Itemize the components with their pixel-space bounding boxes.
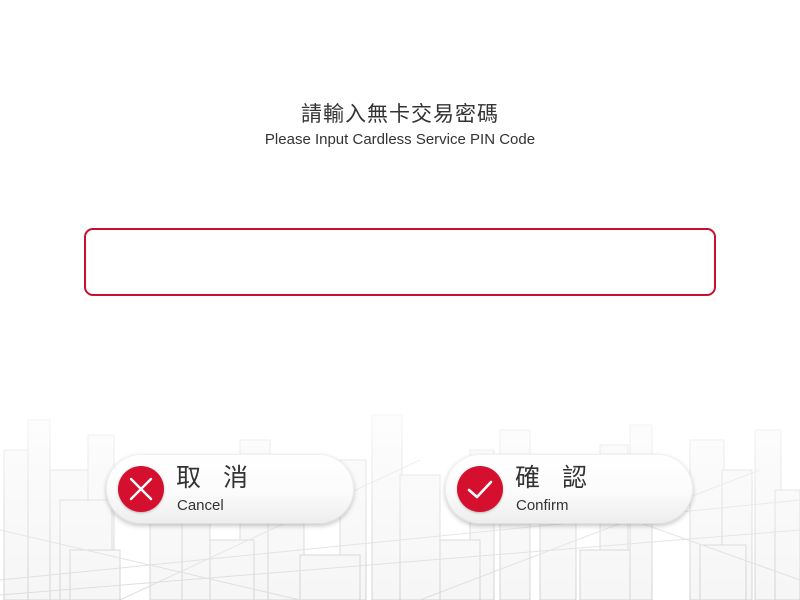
checkmark-icon [457,466,503,512]
cancel-label-en: Cancel [177,497,224,514]
confirm-label-zh: 確 認 [515,463,594,492]
prompt-title-zh: 請輸入無卡交易密碼 [301,102,499,126]
pin-prompt: 請輸入無卡交易密碼 Please Input Cardless Service … [0,100,800,150]
confirm-label-en: Confirm [516,497,569,514]
prompt-title-en: Please Input Cardless Service PIN Code [264,131,536,148]
confirm-button[interactable]: 確 認 Confirm [445,454,693,524]
cancel-button[interactable]: 取 消 Cancel [106,454,354,524]
cardless-pin-screen: 請輸入無卡交易密碼 Please Input Cardless Service … [0,0,800,600]
pin-code-input[interactable] [84,228,716,296]
cancel-label-zh: 取 消 [176,463,255,492]
close-icon [118,466,164,512]
